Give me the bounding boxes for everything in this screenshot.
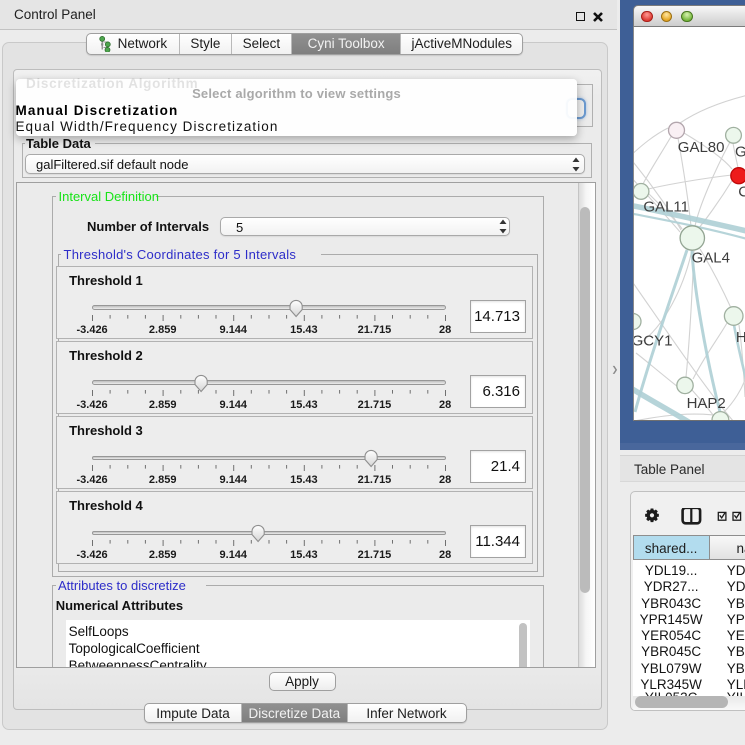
svg-text:GAL80: GAL80 (678, 139, 725, 156)
svg-text:GCY1: GCY1 (634, 333, 672, 350)
svg-text:G.: G. (735, 144, 745, 161)
svg-text:HAP2: HAP2 (687, 395, 726, 412)
svg-text:C: C (738, 184, 745, 201)
svg-text:GAL11: GAL11 (643, 199, 689, 216)
svg-text:GAL4: GAL4 (692, 250, 730, 267)
svg-text:H: H (736, 329, 745, 346)
